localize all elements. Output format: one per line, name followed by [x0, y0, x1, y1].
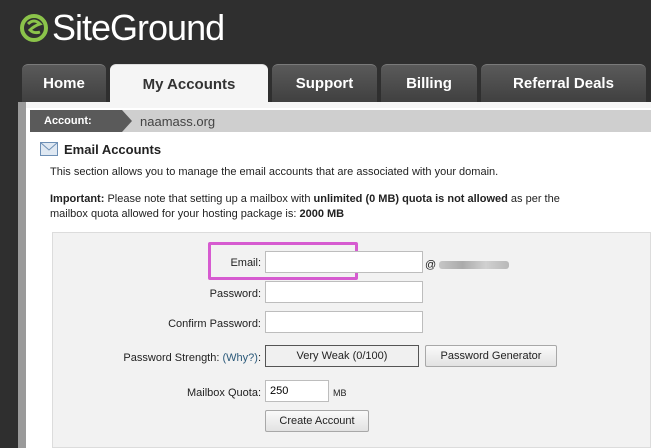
- breadcrumb: Account: naamass.org: [30, 110, 651, 132]
- important-text-2: as per the: [507, 193, 560, 205]
- at-sign: @: [425, 259, 437, 271]
- tab-label: Support: [295, 75, 354, 92]
- password-strength-meter: Very Weak (0/100): [265, 345, 419, 367]
- breadcrumb-domain[interactable]: naamass.org: [140, 110, 215, 132]
- tab-support[interactable]: Support: [272, 64, 377, 102]
- password-strength-label: Password Strength: (Why?):: [77, 352, 261, 364]
- quota-unit: MB: [333, 388, 347, 398]
- content-topbar: [26, 102, 651, 108]
- password-label: Password:: [209, 288, 261, 300]
- tab-label: Referral Deals: [513, 75, 614, 92]
- confirm-password-input[interactable]: [265, 311, 423, 333]
- left-strip: [18, 102, 26, 448]
- create-account-button[interactable]: Create Account: [265, 410, 369, 432]
- important-prefix: Important:: [50, 193, 105, 205]
- brand-name: SiteGround: [52, 7, 225, 48]
- tab-label: Billing: [406, 75, 452, 92]
- breadcrumb-arrow: [122, 110, 132, 132]
- siteground-logo-icon: [20, 14, 48, 42]
- password-generator-button[interactable]: Password Generator: [425, 345, 557, 367]
- important-quota: 2000 MB: [299, 208, 345, 220]
- header: SiteGround Home My Accounts Support Bill…: [0, 0, 651, 104]
- tab-label: Home: [43, 75, 85, 92]
- important-note: Important: Please note that setting up a…: [50, 192, 560, 222]
- tab-referral-deals[interactable]: Referral Deals: [481, 64, 646, 102]
- email-input[interactable]: [265, 251, 423, 273]
- section-title: Email Accounts: [40, 140, 161, 158]
- page-title: Email Accounts: [64, 141, 162, 157]
- siteground-logo[interactable]: SiteGround: [20, 6, 225, 50]
- confirm-password-label: Confirm Password:: [168, 318, 261, 330]
- important-text: Please note that setting up a mailbox wi…: [104, 193, 314, 205]
- breadcrumb-label: Account:: [30, 110, 122, 132]
- important-line-2: mailbox quota allowed for your hosting p…: [50, 208, 300, 220]
- important-bold: unlimited (0 MB) quota is not allowed: [313, 193, 508, 205]
- main-content: Account: naamass.org Email Accounts This…: [26, 102, 651, 448]
- tab-my-accounts[interactable]: My Accounts: [110, 64, 268, 104]
- tab-label: My Accounts: [142, 76, 236, 93]
- domain-redacted: [439, 261, 509, 269]
- tab-home[interactable]: Home: [22, 64, 106, 102]
- envelope-icon: [40, 142, 58, 156]
- email-form: Email: @ Password: Confirm Password: Pas…: [52, 232, 651, 448]
- email-label: Email:: [230, 257, 261, 269]
- mailbox-quota-label: Mailbox Quota:: [187, 387, 261, 399]
- password-input[interactable]: [265, 281, 423, 303]
- strength-colon: :: [257, 352, 261, 364]
- tab-billing[interactable]: Billing: [381, 64, 477, 102]
- mailbox-quota-input[interactable]: [265, 380, 329, 402]
- strength-label-text: Password Strength:: [123, 352, 220, 364]
- section-description: This section allows you to manage the em…: [50, 166, 499, 178]
- why-link[interactable]: (Why?): [222, 352, 257, 364]
